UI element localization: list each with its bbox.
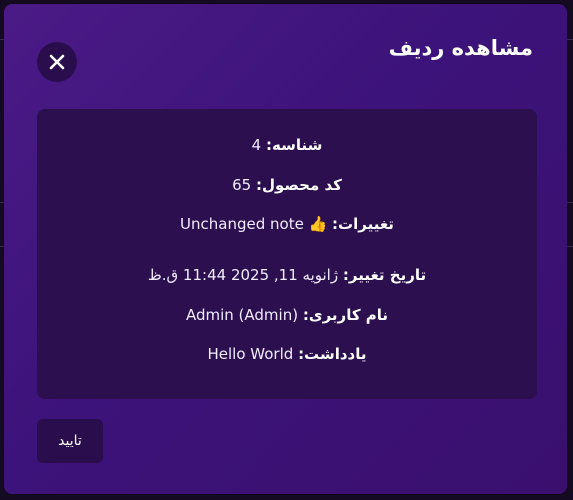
detail-label: یادداشت: bbox=[298, 345, 367, 363]
detail-row-changes: تغییرات: Unchanged note 👍 bbox=[37, 215, 537, 233]
close-button[interactable] bbox=[37, 42, 77, 82]
detail-row-product-code: کد محصول: 65 bbox=[37, 176, 537, 194]
detail-value: ژانویه 11, 2025 11:44 ق.ظ bbox=[147, 266, 339, 284]
detail-value: 4 bbox=[251, 136, 262, 154]
detail-value: Hello World bbox=[207, 345, 294, 363]
detail-label: شناسه: bbox=[265, 136, 323, 154]
detail-value: Unchanged note 👍 bbox=[180, 215, 328, 233]
view-row-modal: مشاهده ردیف شناسه: 4 کد محصول: 65 تغییرا… bbox=[4, 4, 567, 494]
close-icon bbox=[49, 54, 65, 70]
detail-value: Admin (Admin) bbox=[185, 306, 299, 324]
detail-row-change-date: تاریخ تغییر: ژانویه 11, 2025 11:44 ق.ظ bbox=[37, 266, 537, 284]
detail-row-id: شناسه: 4 bbox=[37, 136, 537, 154]
confirm-button[interactable]: تایید bbox=[37, 419, 103, 463]
detail-value: 65 bbox=[232, 176, 252, 194]
detail-row-username: نام کاربری: Admin (Admin) bbox=[37, 306, 537, 324]
details-card: شناسه: 4 کد محصول: 65 تغییرات: Unchanged… bbox=[37, 109, 537, 399]
modal-title: مشاهده ردیف bbox=[388, 36, 533, 60]
detail-label: تاریخ تغییر: bbox=[342, 266, 427, 284]
detail-label: نام کاربری: bbox=[302, 306, 389, 324]
detail-label: تغییرات: bbox=[332, 215, 394, 233]
detail-label: کد محصول: bbox=[255, 176, 342, 194]
detail-row-note: یادداشت: Hello World bbox=[37, 345, 537, 363]
